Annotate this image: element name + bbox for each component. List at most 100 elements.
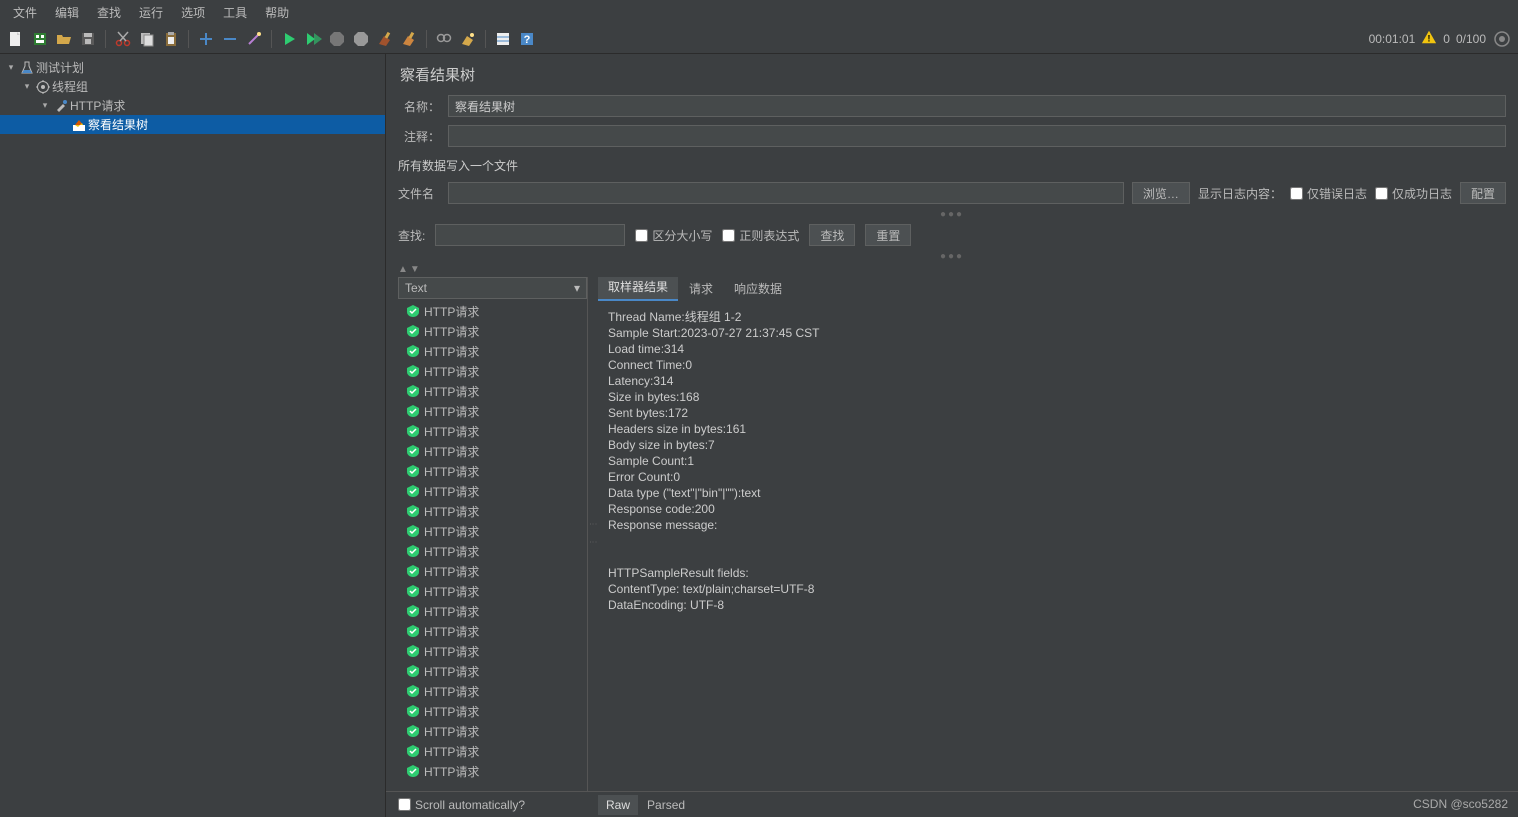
expand-icon[interactable]: ▾ xyxy=(4,62,18,73)
sample-item[interactable]: HTTP请求 xyxy=(398,601,587,621)
sample-item[interactable]: HTTP请求 xyxy=(398,641,587,661)
help-icon[interactable]: ? xyxy=(517,29,537,49)
clear-icon[interactable] xyxy=(375,29,395,49)
configure-button[interactable]: 配置 xyxy=(1460,182,1506,204)
tree-test-plan[interactable]: ▾ 测试计划 xyxy=(0,58,385,77)
menu-item[interactable]: 工具 xyxy=(216,2,254,23)
tree-label: 察看结果树 xyxy=(88,116,148,133)
sample-item[interactable]: HTTP请求 xyxy=(398,421,587,441)
success-icon xyxy=(406,704,420,718)
clear-all-icon[interactable] xyxy=(399,29,419,49)
result-tabs: 取样器结果请求响应数据 xyxy=(598,277,1506,301)
sample-item[interactable]: HTTP请求 xyxy=(398,581,587,601)
sample-item[interactable]: HTTP请求 xyxy=(398,741,587,761)
sample-item[interactable]: HTTP请求 xyxy=(398,541,587,561)
success-icon xyxy=(406,504,420,518)
scroll-auto-checkbox[interactable]: Scroll automatically? xyxy=(398,798,525,812)
paste-icon[interactable] xyxy=(161,29,181,49)
tree-label: HTTP请求 xyxy=(70,97,125,114)
sample-list[interactable]: HTTP请求HTTP请求HTTP请求HTTP请求HTTP请求HTTP请求HTTP… xyxy=(398,301,587,791)
elapsed-time: 00:01:01 xyxy=(1369,32,1416,46)
stop-icon[interactable] xyxy=(327,29,347,49)
success-icon xyxy=(406,604,420,618)
sample-item[interactable]: HTTP请求 xyxy=(398,341,587,361)
save-icon[interactable] xyxy=(78,29,98,49)
sample-item[interactable]: HTTP请求 xyxy=(398,321,587,341)
menu-item[interactable]: 文件 xyxy=(6,2,44,23)
sample-item[interactable]: HTTP请求 xyxy=(398,481,587,501)
success-icon xyxy=(406,304,420,318)
menu-item[interactable]: 运行 xyxy=(132,2,170,23)
minus-icon[interactable] xyxy=(220,29,240,49)
renderer-select[interactable]: Text ▾ xyxy=(398,277,587,299)
divider[interactable]: ●●● xyxy=(386,208,1518,220)
case-sensitive-checkbox[interactable]: 区分大小写 xyxy=(635,227,712,244)
success-icon xyxy=(406,384,420,398)
menu-item[interactable]: 查找 xyxy=(90,2,128,23)
menu-item[interactable]: 帮助 xyxy=(258,2,296,23)
reset-search-icon[interactable] xyxy=(458,29,478,49)
copy-icon[interactable] xyxy=(137,29,157,49)
panel-title: 察看结果树 xyxy=(386,54,1518,91)
sample-item[interactable]: HTTP请求 xyxy=(398,721,587,741)
file-section-label: 所有数据写入一个文件 xyxy=(386,151,1518,178)
divider[interactable]: ●●● xyxy=(386,250,1518,262)
function-icon[interactable] xyxy=(493,29,513,49)
search-input[interactable] xyxy=(435,224,625,246)
tree-http-request[interactable]: ▾ HTTP请求 xyxy=(0,96,385,115)
tree-thread-group[interactable]: ▾ 线程组 xyxy=(0,77,385,96)
sample-item[interactable]: HTTP请求 xyxy=(398,501,587,521)
sampler-result-detail[interactable]: Thread Name:线程组 1-2Sample Start:2023-07-… xyxy=(598,301,1506,791)
plus-icon[interactable] xyxy=(196,29,216,49)
cut-icon[interactable] xyxy=(113,29,133,49)
wand-icon[interactable] xyxy=(244,29,264,49)
sample-item[interactable]: HTTP请求 xyxy=(398,661,587,681)
regex-checkbox[interactable]: 正则表达式 xyxy=(722,227,799,244)
templates-icon[interactable] xyxy=(30,29,50,49)
sample-item[interactable]: HTTP请求 xyxy=(398,681,587,701)
browse-button[interactable]: 浏览… xyxy=(1132,182,1190,204)
only-success-checkbox[interactable]: 仅成功日志 xyxy=(1375,185,1452,202)
filename-input[interactable] xyxy=(448,182,1124,204)
open-icon[interactable] xyxy=(54,29,74,49)
sample-item[interactable]: HTTP请求 xyxy=(398,401,587,421)
sample-item[interactable]: HTTP请求 xyxy=(398,701,587,721)
sample-item[interactable]: HTTP请求 xyxy=(398,521,587,541)
split-handle[interactable]: ⋮ ⋮ xyxy=(588,277,598,791)
run-icon[interactable] xyxy=(279,29,299,49)
sample-item[interactable]: HTTP请求 xyxy=(398,761,587,781)
status-indicator-icon xyxy=(1492,29,1512,49)
menu-item[interactable]: 编辑 xyxy=(48,2,86,23)
listener-panel: 察看结果树 名称： 注释： 所有数据写入一个文件 文件名 浏览… 显示日志内容：… xyxy=(386,54,1518,817)
format-tab[interactable]: Parsed xyxy=(639,795,693,815)
sample-item[interactable]: HTTP请求 xyxy=(398,461,587,481)
sample-item[interactable]: HTTP请求 xyxy=(398,381,587,401)
collapse-arrows[interactable]: ▲▼ xyxy=(386,262,1518,277)
sample-item[interactable]: HTTP请求 xyxy=(398,621,587,641)
warning-icon[interactable]: ! xyxy=(1421,29,1437,48)
run-no-timers-icon[interactable] xyxy=(303,29,323,49)
result-tab[interactable]: 取样器结果 xyxy=(598,277,678,301)
tree-label: 测试计划 xyxy=(36,59,84,76)
sample-item[interactable]: HTTP请求 xyxy=(398,301,587,321)
tree-label: 线程组 xyxy=(52,78,88,95)
result-tab[interactable]: 请求 xyxy=(679,277,723,301)
name-input[interactable] xyxy=(448,95,1506,117)
only-errors-checkbox[interactable]: 仅错误日志 xyxy=(1290,185,1367,202)
test-plan-tree[interactable]: ▾ 测试计划 ▾ 线程组 ▾ HTTP请求 察看结果树 xyxy=(0,54,386,817)
sample-item[interactable]: HTTP请求 xyxy=(398,561,587,581)
search-icon[interactable] xyxy=(434,29,454,49)
sample-item[interactable]: HTTP请求 xyxy=(398,441,587,461)
find-button[interactable]: 查找 xyxy=(809,224,855,246)
expand-icon[interactable]: ▾ xyxy=(38,100,52,111)
menu-item[interactable]: 选项 xyxy=(174,2,212,23)
new-icon[interactable] xyxy=(6,29,26,49)
reset-button[interactable]: 重置 xyxy=(865,224,911,246)
result-tab[interactable]: 响应数据 xyxy=(724,277,792,301)
format-tab[interactable]: Raw xyxy=(598,795,638,815)
comment-input[interactable] xyxy=(448,125,1506,147)
shutdown-icon[interactable] xyxy=(351,29,371,49)
tree-view-results[interactable]: 察看结果树 xyxy=(0,115,385,134)
sample-item[interactable]: HTTP请求 xyxy=(398,361,587,381)
expand-icon[interactable]: ▾ xyxy=(20,81,34,92)
